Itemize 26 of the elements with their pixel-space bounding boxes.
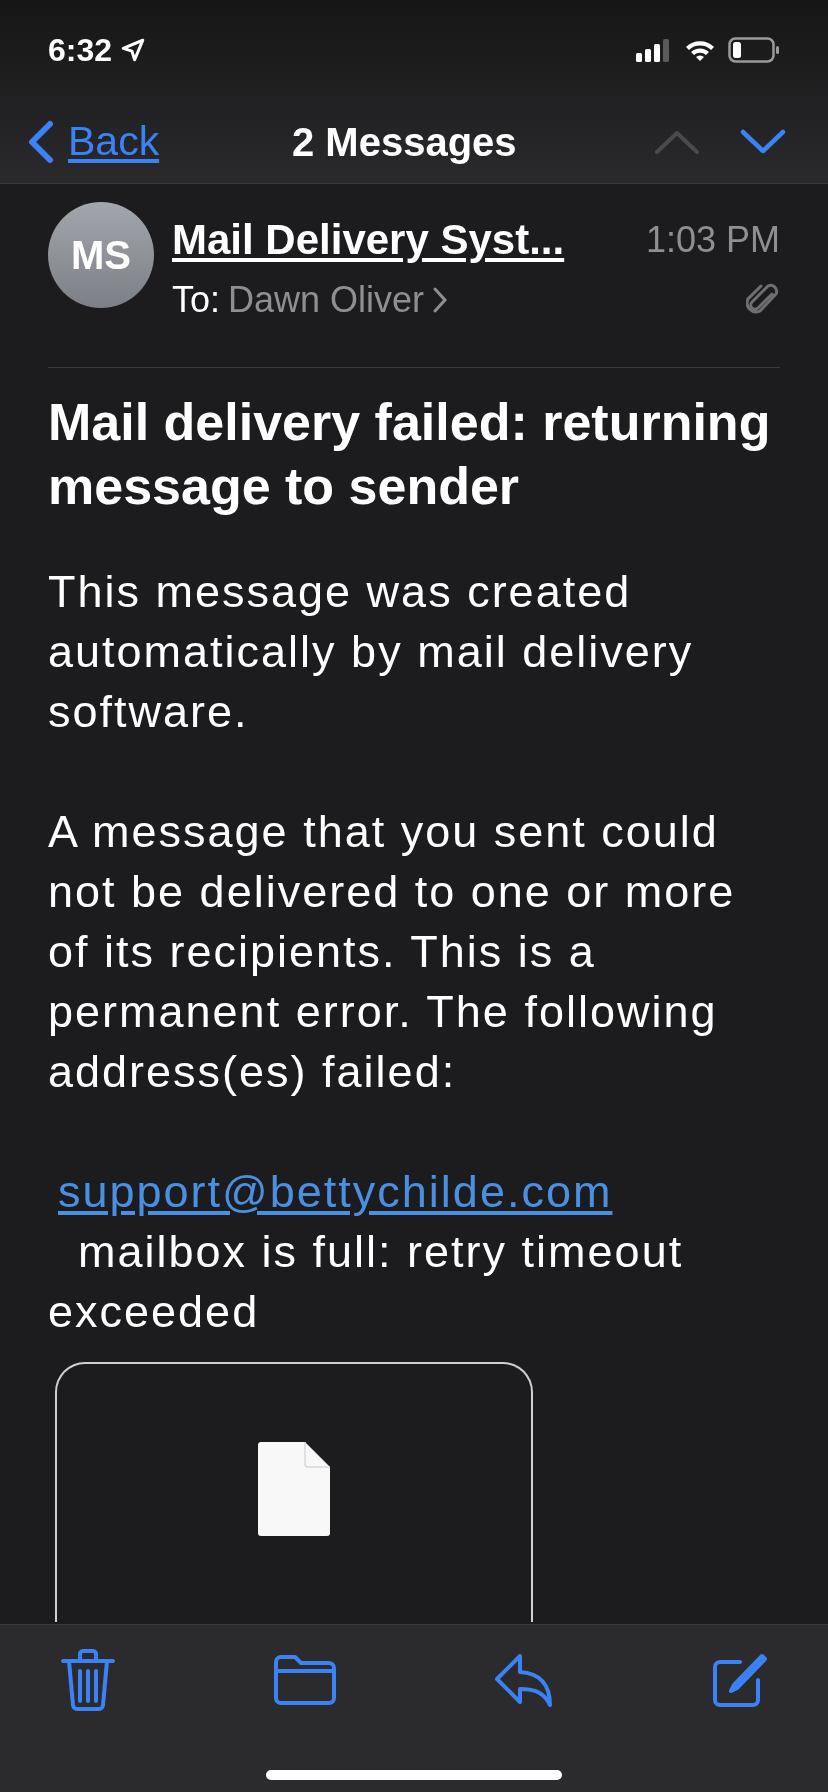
wifi-icon [684, 38, 716, 62]
folder-icon[interactable] [274, 1654, 336, 1706]
compose-icon[interactable] [712, 1652, 768, 1708]
back-link[interactable]: Back [24, 110, 160, 173]
recipient-name: Dawn Oliver [228, 278, 425, 322]
status-time: 6:32 [48, 31, 113, 70]
chevron-right-icon [432, 286, 449, 314]
reply-icon[interactable] [494, 1653, 554, 1707]
attachment-card[interactable] [55, 1362, 533, 1622]
nav-title: 2 Messages [292, 118, 517, 166]
to-label: To: [172, 278, 221, 322]
sender-avatar: MS [48, 202, 154, 308]
document-icon [258, 1442, 330, 1536]
email-subject: Mail delivery failed: returning message to sender [48, 392, 772, 517]
trash-icon[interactable] [60, 1649, 116, 1711]
battery-icon [728, 37, 780, 63]
body-paragraph: This message was created automatically by mail delivery software. [48, 565, 695, 739]
signal-icon [636, 38, 672, 62]
body-paragraph: A message that you sent could not be delivered to one or more of its recipients. This is a permanent error. The following address(es) failed: [48, 805, 737, 1099]
location-arrow-icon [120, 37, 147, 63]
next-message-chevron-icon[interactable] [740, 128, 786, 155]
recipient-row[interactable]: To: Dawn Oliver [172, 273, 449, 327]
sender-name[interactable]: Mail Delivery Syst... [172, 208, 565, 271]
error-message: mailbox is full: retry timeout exceeded [48, 1225, 685, 1339]
email-address-link[interactable]: support@bettychilde.com [58, 1162, 613, 1222]
message-time: 1:03 PM [645, 217, 780, 262]
